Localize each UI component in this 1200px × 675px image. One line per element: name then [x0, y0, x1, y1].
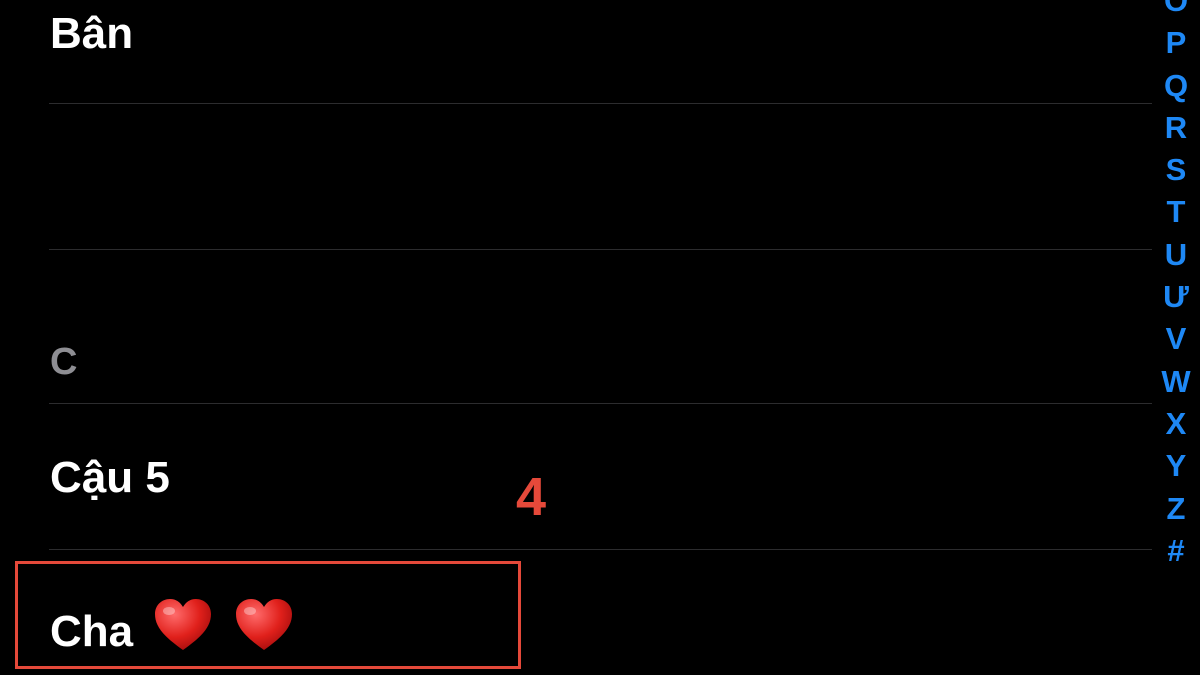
row-divider — [49, 403, 1152, 404]
index-letter[interactable]: O — [1152, 0, 1200, 22]
contact-row-ban[interactable]: Bân — [50, 12, 133, 56]
index-letter[interactable]: X — [1152, 403, 1200, 445]
index-letter[interactable]: R — [1152, 107, 1200, 149]
row-divider — [49, 549, 1152, 550]
index-letter[interactable]: T — [1152, 191, 1200, 233]
contact-name: Bân — [50, 9, 134, 58]
index-letter[interactable]: U — [1152, 234, 1200, 276]
row-divider — [49, 249, 1152, 250]
alphabet-index-bar[interactable]: O P Q R S T U Ư V W X Y Z # — [1152, 0, 1200, 572]
index-letter[interactable]: Ư — [1152, 276, 1200, 318]
annotation-step-number: 4 — [516, 467, 547, 527]
section-header-c: C — [50, 341, 78, 383]
index-letter[interactable]: V — [1152, 318, 1200, 360]
index-letter[interactable]: W — [1152, 361, 1200, 403]
index-letter[interactable]: S — [1152, 149, 1200, 191]
contact-name: Cậu 5 — [50, 453, 170, 502]
index-letter[interactable]: Y — [1152, 445, 1200, 487]
index-letter[interactable]: # — [1152, 530, 1200, 572]
annotation-highlight-box — [15, 561, 521, 669]
index-letter[interactable]: P — [1152, 22, 1200, 64]
row-divider — [49, 103, 1152, 104]
index-letter[interactable]: Q — [1152, 65, 1200, 107]
contact-row-cau-5[interactable]: Cậu 5 — [50, 456, 170, 500]
index-letter[interactable]: Z — [1152, 488, 1200, 530]
